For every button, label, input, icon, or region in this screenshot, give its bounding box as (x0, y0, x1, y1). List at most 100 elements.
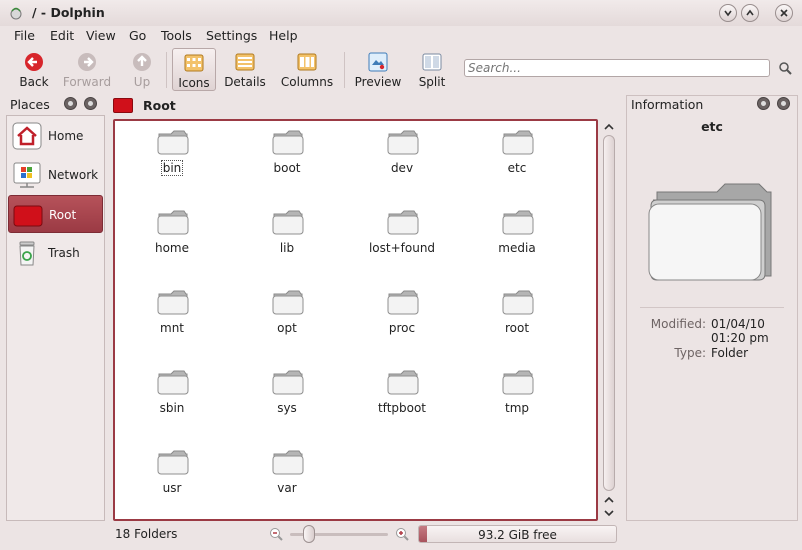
folder-item[interactable]: mnt (122, 283, 222, 343)
places-close-button[interactable] (84, 97, 97, 110)
folder-item[interactable]: var (237, 443, 337, 503)
places-float-button[interactable] (64, 97, 77, 110)
selected-item-name: etc (701, 119, 723, 134)
search-input[interactable] (464, 59, 770, 77)
close-button[interactable] (775, 4, 793, 22)
folder-item[interactable]: sbin (122, 363, 222, 423)
folder-icon (502, 129, 534, 155)
chevron-down-icon (724, 10, 732, 17)
columns-view-icon (297, 53, 317, 71)
forward-arrow-icon (78, 53, 96, 71)
menu-edit[interactable]: Edit (50, 28, 74, 43)
folder-item[interactable]: lost+found (352, 203, 452, 263)
toolbar-separator (344, 52, 345, 88)
place-home[interactable]: Home (8, 117, 103, 155)
zoom-in-icon[interactable] (394, 526, 410, 542)
forward-button[interactable]: Forward (60, 48, 114, 91)
split-button[interactable]: Split (412, 48, 452, 91)
preview-button[interactable]: Preview (352, 48, 404, 91)
menu-tools[interactable]: Tools (161, 28, 192, 43)
scroll-up-icon[interactable] (603, 121, 615, 133)
columns-view-button[interactable]: Columns (278, 48, 336, 91)
folder-item[interactable]: tftpboot (352, 363, 452, 423)
vertical-scrollbar[interactable] (601, 119, 617, 521)
free-space-bar: 93.2 GiB free (418, 525, 617, 543)
folder-item[interactable]: bin (122, 123, 222, 183)
modified-time: 01:20 pm (711, 331, 769, 345)
info-close-button[interactable] (777, 97, 790, 110)
folder-icon (272, 129, 304, 155)
details-view-icon (235, 53, 255, 71)
folder-icon (272, 449, 304, 475)
menu-file[interactable]: File (14, 28, 35, 43)
split-view-icon (422, 53, 442, 71)
up-button[interactable]: Up (122, 48, 162, 91)
close-icon (780, 9, 788, 17)
folder-name: media (498, 241, 536, 255)
scroll-up-icon[interactable] (603, 494, 615, 506)
info-float-button[interactable] (757, 97, 770, 110)
folder-item[interactable]: dev (352, 123, 452, 183)
menu-go[interactable]: Go (129, 28, 146, 43)
menu-settings[interactable]: Settings (206, 28, 257, 43)
dolphin-app-icon (10, 7, 22, 20)
place-trash[interactable]: Trash (8, 234, 103, 272)
menu-bar: File Edit View Go Tools Settings Help (0, 26, 802, 46)
folder-item[interactable]: tmp (467, 363, 567, 423)
folder-item[interactable]: boot (237, 123, 337, 183)
modified-date: 01/04/10 (711, 317, 765, 331)
folder-item[interactable]: usr (122, 443, 222, 503)
zoom-slider-handle[interactable] (302, 525, 315, 543)
maximize-button[interactable] (741, 4, 759, 22)
title-bar[interactable]: / - Dolphin (0, 0, 802, 26)
file-view[interactable]: bin boot dev etc home lib lost+found media mnt op… (113, 119, 598, 521)
places-panel-title: Places (10, 97, 50, 112)
folder-name: usr (162, 481, 182, 495)
folder-icon (502, 289, 534, 315)
folder-icon (272, 369, 304, 395)
root-folder-icon (113, 98, 133, 113)
folder-name: bin (122, 160, 222, 176)
icons-view-icon (184, 54, 204, 72)
root-folder-icon (13, 205, 43, 227)
up-arrow-icon (133, 53, 151, 71)
place-root[interactable]: Root (8, 195, 103, 233)
search-icon[interactable] (777, 60, 793, 76)
folder-name: proc (388, 321, 416, 335)
folder-name: etc (507, 161, 527, 175)
folder-name: lost+found (368, 241, 436, 255)
scrollbar-track[interactable] (603, 135, 615, 491)
minimize-button[interactable] (719, 4, 737, 22)
menu-help[interactable]: Help (269, 28, 298, 43)
info-separator (640, 307, 784, 308)
breadcrumb[interactable]: Root (143, 98, 176, 113)
folder-item[interactable]: opt (237, 283, 337, 343)
trash-icon (19, 241, 35, 266)
folder-item[interactable]: home (122, 203, 222, 263)
folder-item[interactable]: sys (237, 363, 337, 423)
back-button[interactable]: Back (12, 48, 56, 91)
back-arrow-icon (25, 53, 43, 71)
folder-item[interactable]: lib (237, 203, 337, 263)
details-view-button[interactable]: Details (222, 48, 268, 91)
folder-name: opt (277, 321, 297, 335)
window-title: / - Dolphin (32, 5, 105, 20)
folder-item[interactable]: root (467, 283, 567, 343)
folder-icon (502, 209, 534, 235)
folder-item[interactable]: etc (467, 123, 567, 183)
zoom-out-icon[interactable] (268, 526, 284, 542)
icons-view-button[interactable]: Icons (172, 48, 216, 91)
home-icon (12, 122, 42, 150)
type-value: Folder (711, 346, 749, 360)
focused-folder-name: bin (160, 160, 184, 176)
menu-view[interactable]: View (86, 28, 116, 43)
folder-item[interactable]: media (467, 203, 567, 263)
folder-item[interactable]: proc (352, 283, 452, 343)
folder-preview-icon (648, 183, 772, 281)
folder-icon (387, 209, 419, 235)
main-toolbar: Back Forward Up Icons Details Columns Pr… (0, 46, 802, 92)
place-network[interactable]: Network (8, 156, 103, 194)
scroll-down-icon[interactable] (603, 507, 615, 519)
status-folder-count: 18 Folders (115, 527, 178, 541)
folder-icon (157, 449, 189, 475)
